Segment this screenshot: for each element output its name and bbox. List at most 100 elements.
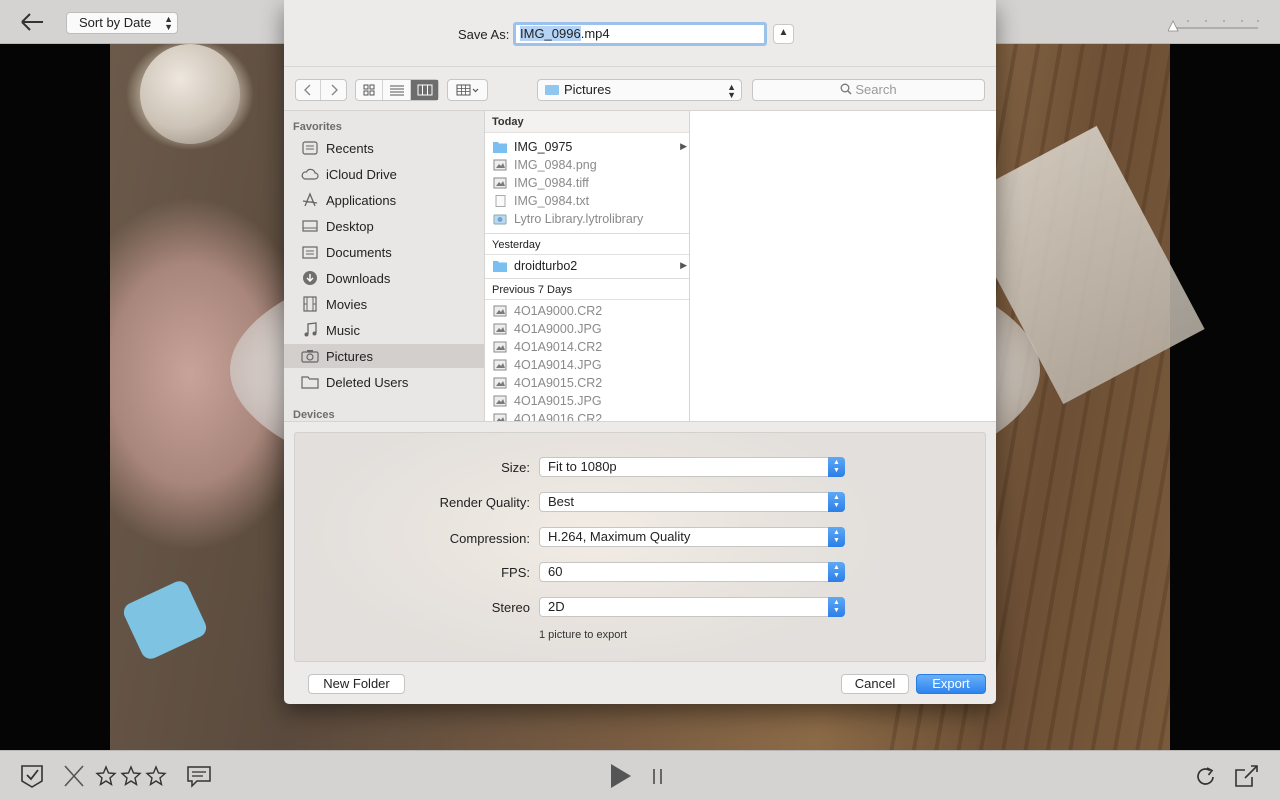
- comment-icon[interactable]: [185, 763, 213, 789]
- rotate-icon[interactable]: [1192, 763, 1220, 789]
- new-folder-button[interactable]: New Folder: [308, 674, 405, 694]
- view-mode-buttons: [355, 79, 439, 101]
- favorites-heading: Favorites: [293, 121, 342, 133]
- search-placeholder: Search: [855, 82, 897, 97]
- stereo-label: Stereo: [491, 600, 530, 615]
- file-name: IMG_0984.tiff: [514, 176, 589, 190]
- sidebar-item-label: Documents: [326, 244, 392, 260]
- folder-icon: [493, 141, 507, 153]
- star-icon[interactable]: [144, 763, 168, 789]
- file-row[interactable]: Lytro Library.lytrolibrary: [485, 210, 689, 228]
- file-row[interactable]: 4O1A9014.JPG: [485, 356, 689, 374]
- arrange-icon: [456, 84, 478, 96]
- sidebar-item-label: Pictures: [326, 348, 373, 364]
- file-row[interactable]: IMG_0975 ▶: [485, 138, 689, 156]
- forward-button[interactable]: [321, 80, 346, 100]
- file-name: IMG_0984.txt: [514, 194, 590, 208]
- play-icon[interactable]: [606, 763, 634, 789]
- file-row[interactable]: droidturbo2 ▶: [485, 257, 689, 275]
- file-name: 4O1A9016.CR2: [514, 412, 603, 421]
- search-input[interactable]: Search: [752, 79, 985, 101]
- file-row[interactable]: 4O1A9000.JPG: [485, 320, 689, 338]
- devices-heading: Devices: [293, 409, 335, 421]
- list-view-button[interactable]: [383, 80, 411, 100]
- star-icon[interactable]: [94, 763, 118, 789]
- downloads-icon: [301, 270, 319, 286]
- sidebar-item-label: Deleted Users: [326, 374, 409, 390]
- sort-dropdown[interactable]: Sort by Date ▲ ▼: [66, 12, 178, 34]
- chevron-updown-icon: ▲ ▼: [727, 82, 736, 100]
- sidebar-item-label: Downloads: [326, 270, 391, 286]
- sidebar-item-recents[interactable]: Recents: [284, 136, 484, 160]
- file-row[interactable]: IMG_0984.png: [485, 156, 689, 174]
- grid-icon: [363, 84, 375, 96]
- file-row[interactable]: 4O1A9015.JPG: [485, 392, 689, 410]
- image-file-icon: [493, 159, 507, 171]
- folder-icon: [301, 374, 319, 390]
- reject-x-icon[interactable]: [60, 763, 88, 789]
- chevron-updown-icon: ▲ ▼: [828, 457, 845, 477]
- fps-label: FPS:: [501, 565, 530, 580]
- cancel-button[interactable]: Cancel: [841, 674, 909, 694]
- back-button[interactable]: [296, 80, 321, 100]
- sidebar-item-movies[interactable]: Movies: [284, 292, 484, 316]
- save-dialog: Save As: IMG_0996.mp4 ▲ Pictures ▲ ▼ Sea…: [284, 0, 996, 704]
- file-row[interactable]: 4O1A9015.CR2: [485, 374, 689, 392]
- filename-input[interactable]: IMG_0996.mp4: [513, 22, 767, 46]
- stereo-select[interactable]: 2D ▲ ▼: [539, 597, 845, 617]
- file-row[interactable]: IMG_0984.tiff: [485, 174, 689, 192]
- zoom-slider[interactable]: [1167, 18, 1260, 32]
- collapse-button[interactable]: ▲: [773, 24, 794, 44]
- arrange-button: [447, 79, 488, 101]
- stereo-value: 2D: [548, 599, 565, 614]
- sidebar-item-icloud-drive[interactable]: iCloud Drive: [284, 162, 484, 186]
- arrange-menu-button[interactable]: [448, 80, 487, 100]
- sidebar-item-pictures[interactable]: Pictures: [284, 344, 484, 368]
- column-view-button[interactable]: [411, 80, 438, 100]
- sidebar-item-label: Movies: [326, 296, 368, 312]
- desktop-icon: [301, 218, 319, 234]
- icon-view-button[interactable]: [356, 80, 383, 100]
- library-file-icon: [493, 213, 507, 225]
- sidebar-item-documents[interactable]: Documents: [284, 240, 484, 264]
- compression-select[interactable]: H.264, Maximum Quality ▲ ▼: [539, 527, 845, 547]
- save-as-row: Save As: IMG_0996.mp4 ▲: [284, 0, 996, 66]
- fps-value: 60: [548, 564, 563, 579]
- documents-icon: [301, 244, 319, 260]
- export-button[interactable]: Export: [916, 674, 986, 694]
- file-row[interactable]: 4O1A9016.CR2: [485, 410, 689, 421]
- sidebar-item-downloads[interactable]: Downloads: [284, 266, 484, 290]
- chevron-left-icon: [304, 84, 311, 96]
- check-shield-icon[interactable]: [18, 763, 46, 789]
- file-row[interactable]: 4O1A9000.CR2: [485, 302, 689, 320]
- image-file-icon: [493, 305, 507, 317]
- image-file-icon: [493, 377, 507, 389]
- group-today: Today: [485, 111, 689, 133]
- pause-icon[interactable]: [646, 763, 674, 789]
- sidebar-item-music[interactable]: Music: [284, 318, 484, 342]
- compression-value: H.264, Maximum Quality: [548, 529, 691, 544]
- image-file-icon: [493, 177, 507, 189]
- star-icon[interactable]: [119, 763, 143, 789]
- chevron-up-icon: ▲: [778, 27, 789, 38]
- file-row[interactable]: 4O1A9014.CR2: [485, 338, 689, 356]
- sidebar-item-applications[interactable]: Applications: [284, 188, 484, 212]
- file-name: 4O1A9014.JPG: [514, 358, 602, 372]
- sidebar-item-desktop[interactable]: Desktop: [284, 214, 484, 238]
- image-file-icon: [493, 395, 507, 407]
- size-select[interactable]: Fit to 1080p ▲ ▼: [539, 457, 845, 477]
- empty-column: [690, 111, 996, 421]
- arrow-left-icon[interactable]: [18, 10, 46, 34]
- file-name: 4O1A9015.CR2: [514, 376, 603, 390]
- file-name: IMG_0984.png: [514, 158, 597, 172]
- fps-select[interactable]: 60 ▲ ▼: [539, 562, 845, 582]
- share-icon[interactable]: [1232, 763, 1260, 789]
- sidebar-item-deleted-users[interactable]: Deleted Users: [284, 370, 484, 394]
- camera-icon: [301, 348, 319, 364]
- cloud-icon: [301, 166, 319, 182]
- filename-extension: .mp4: [580, 26, 610, 41]
- render-quality-select[interactable]: Best ▲ ▼: [539, 492, 845, 512]
- file-browser: Favorites Recents iCloud Drive Application…: [284, 110, 996, 422]
- file-row[interactable]: IMG_0984.txt: [485, 192, 689, 210]
- location-dropdown[interactable]: Pictures ▲ ▼: [537, 79, 742, 101]
